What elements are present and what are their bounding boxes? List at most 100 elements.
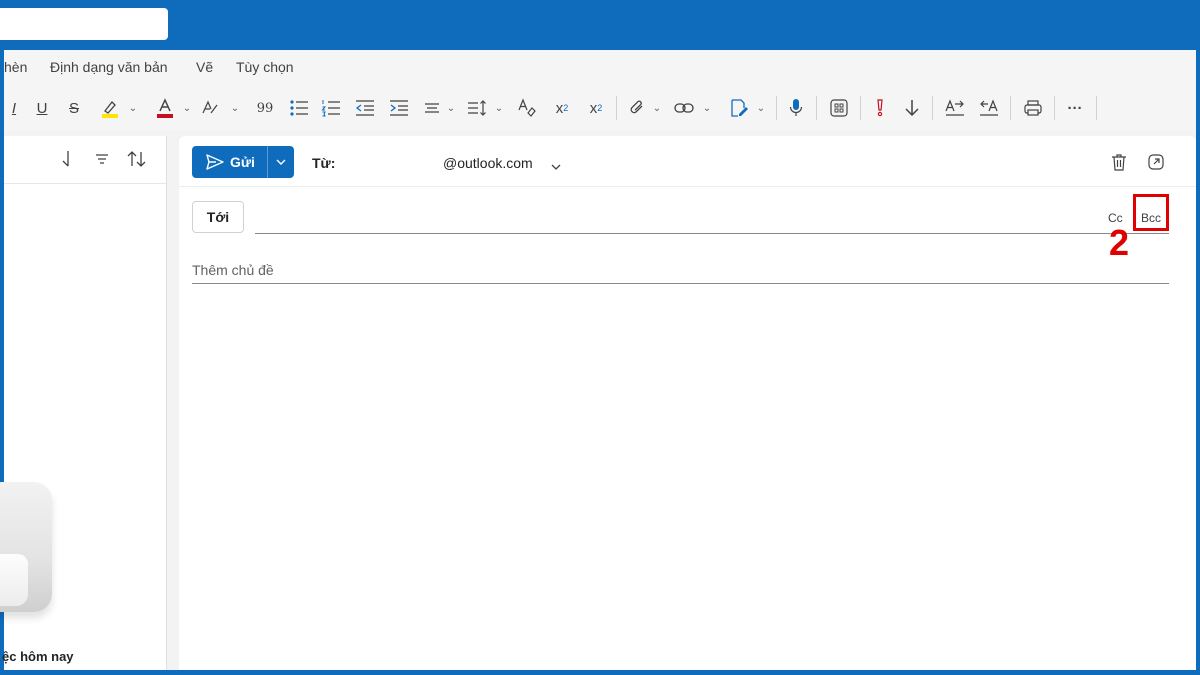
tab-insert[interactable]: hèn [4,59,27,75]
pop-out-button[interactable] [1146,152,1166,172]
tab-format-text[interactable]: Định dạng văn bản [50,59,168,75]
superscript-button[interactable]: x2 [586,94,606,122]
app-frame: hèn Định dạng văn bản Vẽ Tùy chọn I U S … [0,50,1196,670]
header-divider [179,186,1196,187]
to-recipients-input[interactable] [255,233,1169,234]
chevron-down-icon[interactable]: ⌄ [494,94,504,122]
increase-indent-button[interactable] [388,94,410,122]
underline-button[interactable]: U [34,94,50,122]
text-effects-button[interactable] [200,94,220,122]
ribbon-tabs: hèn Định dạng văn bản Vẽ Tùy chọn [4,50,1196,86]
toolbar-divider [860,96,861,120]
low-importance-button[interactable] [902,94,922,122]
highlight-button[interactable] [98,94,122,122]
sort-icon[interactable] [126,150,148,173]
toolbar-divider [1054,96,1055,120]
more-options-button[interactable]: ··· [1064,94,1086,122]
text-style-icon [202,100,218,114]
send-button[interactable]: Gửi [192,146,268,178]
message-list-pane: ệc hôm nay [0,136,167,670]
signature-button[interactable] [728,94,750,122]
chevron-down-icon[interactable]: ⌄ [756,94,766,122]
superscript-icon: x [589,99,598,117]
to-button[interactable]: Tới [192,201,244,233]
font-color-button[interactable] [154,94,176,122]
font-color-icon [157,98,173,118]
exclamation-icon [877,99,883,117]
align-button[interactable] [422,94,442,122]
arrow-down-icon [905,100,919,117]
outdent-icon [355,100,374,116]
highlighter-icon [102,101,118,118]
annotation-highlight-box [1133,194,1169,231]
toolbar-divider [816,96,817,120]
text-predict-icon [945,99,964,116]
superscript-mark: 2 [597,103,603,113]
empty-inbox-illustration [0,482,52,612]
text-direction-icon [980,99,998,116]
printer-icon [1024,100,1042,116]
subscript-mark: 2 [563,103,569,113]
discard-button[interactable] [1109,152,1129,172]
italic-button[interactable]: I [6,94,22,122]
chevron-down-icon[interactable]: ⌄ [652,94,662,122]
bullets-button[interactable] [288,94,310,122]
decrease-indent-button[interactable] [354,94,376,122]
subscript-button[interactable]: x2 [552,94,572,122]
apps-icon [830,99,848,117]
chevron-down-icon[interactable]: ⌄ [446,94,456,122]
numbered-list-icon [321,100,340,117]
chevron-down-icon[interactable]: ⌄ [230,94,240,122]
toolbar-divider [932,96,933,120]
message-body-editor[interactable] [192,296,1169,656]
microphone-icon [789,99,803,116]
link-icon [674,103,694,113]
trash-icon [1112,154,1126,171]
filter-icon[interactable] [94,150,110,173]
indent-icon [390,100,408,116]
chevron-down-icon[interactable]: ⌄ [128,94,138,122]
dictate-button[interactable] [786,94,806,122]
compose-pane: Gửi Từ: @outlook.com Tới Cc Bcc 2 Thêm c… [179,136,1196,670]
line-spacing-button[interactable] [466,94,488,122]
tab-options[interactable]: Tùy chọn [236,59,294,75]
send-button-group: Gửi [192,146,294,178]
chevron-down-icon [276,159,286,165]
toolbar-divider [616,96,617,120]
high-importance-button[interactable] [872,94,888,122]
send-options-button[interactable] [268,146,294,178]
search-input[interactable] [0,8,168,40]
arrow-down-icon[interactable] [60,150,74,173]
insert-link-button[interactable] [672,94,696,122]
signature-icon [731,99,748,117]
strikethrough-button[interactable]: S [66,94,82,122]
chevron-down-icon[interactable]: ⌄ [702,94,712,122]
toolbar-divider [1096,96,1097,120]
numbering-button[interactable] [320,94,342,122]
from-label: Từ: [312,155,336,171]
paperclip-icon [630,100,643,114]
from-account-selector[interactable]: @outlook.com [443,155,533,171]
subscript-icon: x [555,99,564,117]
chevron-down-icon[interactable] [551,157,561,175]
clear-formatting-button[interactable] [516,94,538,122]
send-icon [206,154,224,170]
line-spacing-icon [468,100,486,116]
quote-button[interactable]: 99 [256,94,274,122]
empty-state-caption: ệc hôm nay [2,649,74,664]
immersive-reader-button[interactable] [978,94,1000,122]
top-bar [0,0,1200,50]
subject-input[interactable] [192,256,1169,284]
illustration-panel [0,554,28,606]
editor-button[interactable] [944,94,966,122]
print-button[interactable] [1022,94,1044,122]
toolbar-divider [1010,96,1011,120]
attach-file-button[interactable] [626,94,648,122]
formatting-toolbar: I U S ⌄ ⌄ ⌄ 99 ⌄ ⌄ x 2 x 2 ⌄ ⌄ ⌄ ··· [4,86,1196,130]
tab-draw[interactable]: Vẽ [196,59,213,75]
send-label: Gửi [230,154,255,170]
clear-format-icon [518,98,536,117]
apps-button[interactable] [828,94,850,122]
chevron-down-icon[interactable]: ⌄ [182,94,192,122]
bullet-list-icon [290,100,308,116]
